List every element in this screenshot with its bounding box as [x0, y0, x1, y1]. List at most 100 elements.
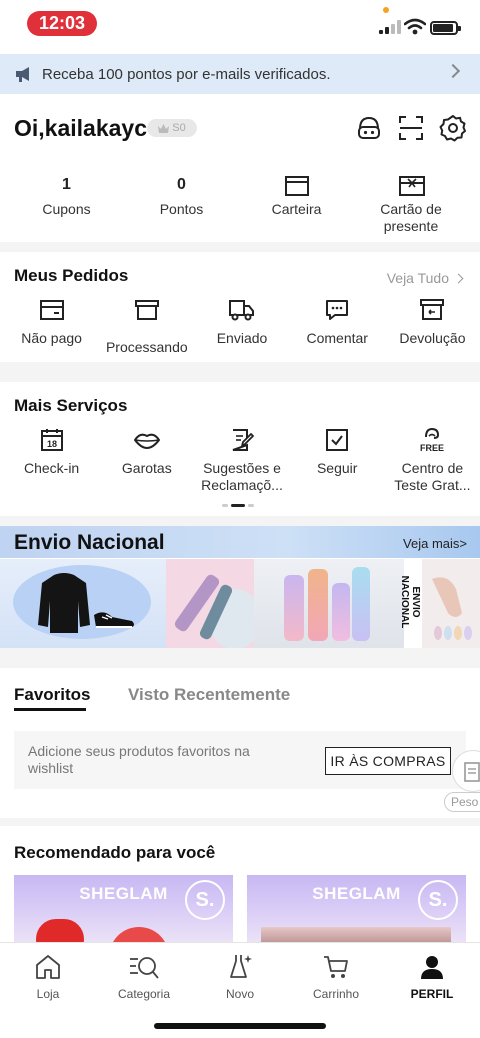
product-image [36, 919, 84, 942]
user-greeting: Oi,kailakayc [14, 115, 147, 141]
tab-category[interactable]: Categoria [96, 951, 192, 1001]
crown-icon [158, 123, 170, 133]
envio-nacional-see-more[interactable]: Veja mais> [403, 536, 467, 551]
tab-profile[interactable]: PERFIL [384, 951, 480, 1001]
order-comment-label: Comentar [306, 330, 368, 346]
nails-image [432, 577, 472, 640]
sneakers-image [94, 612, 134, 628]
order-processing[interactable]: Processando [99, 298, 194, 356]
member-level-badge[interactable]: S0 [147, 119, 197, 137]
service-follow[interactable]: Seguir [290, 428, 385, 494]
box-icon [134, 300, 159, 320]
service-girls[interactable]: Garotas [99, 428, 194, 494]
recommended-section: Recomendado para você SHEGLAM S. SHEGLAM… [0, 826, 480, 942]
tab-new-label: Novo [225, 987, 254, 1001]
scan-icon[interactable] [397, 114, 425, 142]
order-shipped[interactable]: Enviado [194, 298, 289, 356]
member-level-text: S0 [172, 122, 186, 134]
calendar-day: 18 [47, 439, 57, 449]
tab-recently-viewed[interactable]: Visto Recentemente [128, 685, 290, 705]
tab-shop-label: Loja [36, 987, 60, 1001]
stat-coupons[interactable]: 1 Cupons [9, 174, 124, 235]
tab-category-label: Categoria [117, 987, 171, 1001]
hoodie-image [38, 573, 90, 633]
cellular-signal-icon [379, 20, 401, 34]
truck-icon [229, 300, 254, 321]
product-image-hoodie[interactable] [0, 559, 166, 648]
order-unpaid-label: Não pago [21, 330, 82, 346]
return-box-icon [420, 299, 445, 320]
floating-button-label: Peso [444, 792, 480, 812]
calendar-icon: 18 [40, 429, 63, 451]
carousel-page-dots [222, 504, 254, 507]
recommended-card[interactable]: SHEGLAM S. [14, 875, 233, 942]
chevron-right-icon [453, 273, 464, 283]
dress-icon [230, 955, 252, 978]
free-trial-icon: FREE [420, 427, 444, 453]
service-girls-label: Garotas [121, 460, 172, 476]
points-count: 0 [177, 176, 186, 193]
service-feedback-label: Sugestões e Reclamaçõ... [201, 460, 283, 493]
home-indicator[interactable] [154, 1023, 326, 1029]
service-free-trial-label: Centro de Teste Grat... [394, 460, 471, 493]
stat-points[interactable]: 0 Pontos [124, 174, 239, 235]
chevron-right-icon [445, 63, 461, 79]
settings-icon[interactable] [439, 114, 467, 142]
tab-shop[interactable]: Loja [0, 951, 96, 1001]
order-unpaid[interactable]: Não pago [4, 298, 99, 356]
lips-icon [133, 433, 160, 449]
brand-seal-icon: S. [418, 880, 458, 920]
status-time: 12:03 [27, 11, 97, 36]
product-image-water-bottles[interactable] [254, 559, 404, 648]
tab-favorites[interactable]: Favoritos [14, 685, 91, 705]
wishlist-empty-box: Adicione seus produtos favoritos na wish… [14, 731, 466, 789]
order-return[interactable]: Devolução [385, 298, 480, 356]
tab-new[interactable]: Novo [192, 951, 288, 1001]
support-icon[interactable] [355, 114, 383, 142]
services-section: Mais Serviços 18 Check-in Garotas Sugest… [0, 382, 480, 516]
order-return-label: Devolução [399, 330, 466, 346]
see-all-label: Veja Tudo [386, 270, 449, 286]
wifi-icon [404, 18, 426, 35]
favorites-section: Favoritos Visto Recentemente Adicione se… [0, 668, 480, 818]
active-tab-indicator [14, 708, 86, 711]
envio-nacional-banner[interactable]: Envio Nacional Veja mais> ENVIO NACIONAL [0, 526, 480, 648]
order-processing-label: Processando [105, 339, 188, 355]
feedback-icon [232, 429, 254, 451]
megaphone-icon [16, 67, 29, 82]
product-image [261, 927, 451, 942]
document-icon [464, 762, 480, 782]
follow-icon [326, 429, 349, 451]
floating-size-button[interactable]: Peso [444, 750, 480, 814]
product-image-secondary [109, 927, 169, 942]
go-shopping-button[interactable]: IR ÀS COMPRAS [325, 747, 451, 775]
gift-card-label: Cartão de presente [380, 201, 442, 234]
promo-banner-text: Receba 100 pontos por e-mails verificado… [42, 65, 331, 83]
perfume-atomizer-image [174, 574, 233, 640]
gift-card-icon [398, 176, 425, 196]
points-label: Pontos [159, 201, 204, 217]
orders-see-all-link[interactable]: Veja Tudo [386, 270, 464, 286]
promo-banner[interactable]: Receba 100 pontos por e-mails verificado… [0, 54, 480, 94]
stat-wallet[interactable]: Carteira [239, 174, 354, 235]
cart-icon [324, 956, 348, 978]
category-icon [130, 957, 159, 979]
service-check-in-label: Check-in [23, 460, 80, 476]
product-image-press-on-nails[interactable]: ENVIO NACIONAL [399, 559, 480, 648]
coupons-count: 1 [62, 176, 71, 193]
order-shipped-label: Enviado [216, 330, 268, 346]
recommended-card[interactable]: SHEGLAM S. [247, 875, 466, 942]
service-follow-label: Seguir [316, 460, 358, 476]
stat-gift-card[interactable]: Cartão de presente [354, 174, 469, 235]
order-comment[interactable]: Comentar [290, 298, 385, 356]
tab-profile-label: PERFIL [410, 987, 454, 1001]
service-feedback[interactable]: Sugestões e Reclamaçõ... [194, 428, 289, 494]
service-free-trial[interactable]: FREE Centro de Teste Grat... [385, 427, 480, 494]
product-image-perfume-atomizer[interactable] [166, 559, 260, 648]
wallet-label: Carteira [271, 201, 322, 217]
service-check-in[interactable]: 18 Check-in [4, 428, 99, 494]
orders-title: Meus Pedidos [14, 266, 129, 285]
envio-nacional-header: Envio Nacional Veja mais> [0, 526, 480, 558]
tab-cart[interactable]: Carrinho [288, 951, 384, 1001]
home-icon [36, 955, 60, 979]
